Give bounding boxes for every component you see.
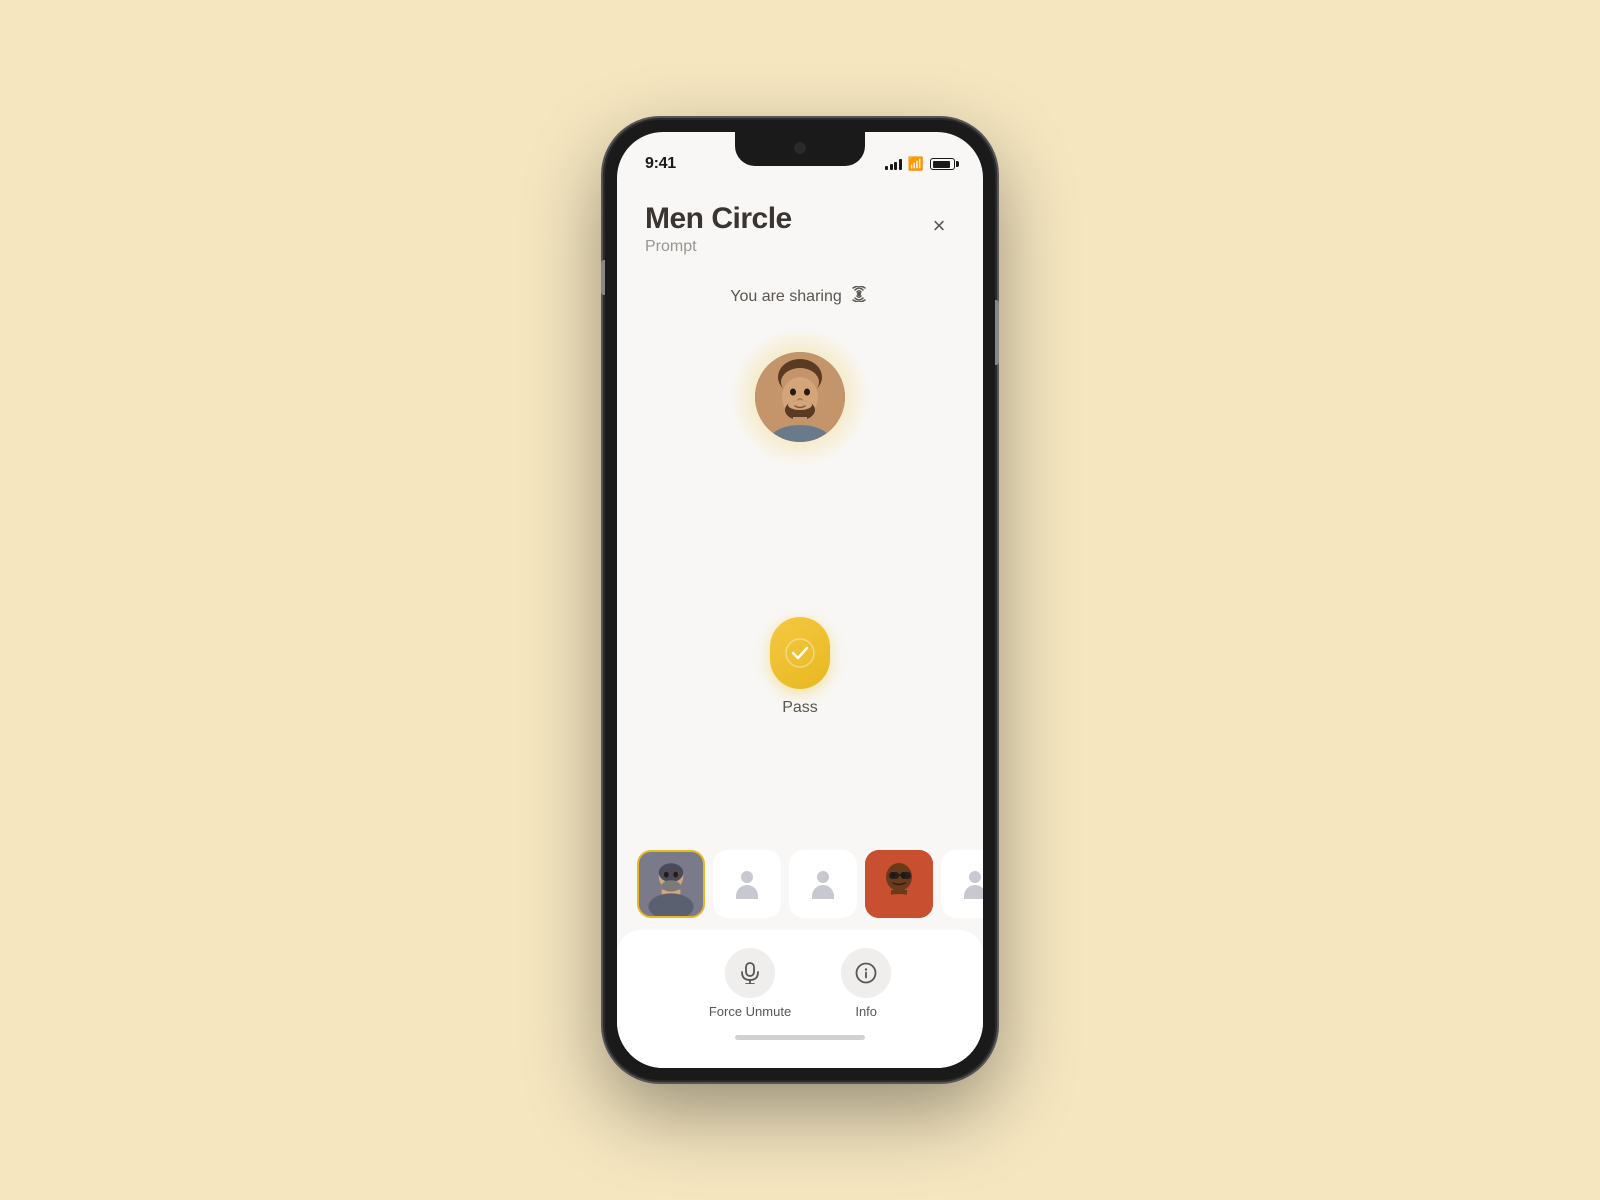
info-action[interactable]: Info	[841, 948, 891, 1019]
participant-avatar-1	[639, 850, 703, 918]
sharing-label: You are sharing	[730, 286, 870, 307]
wifi-icon: 📶	[908, 156, 924, 172]
phone-screen: 9:41 📶 Men Circle	[617, 132, 983, 1068]
info-icon-circle	[841, 948, 891, 998]
participant-card-5	[941, 850, 983, 918]
signal-bar-4	[899, 159, 902, 170]
user-avatar-container	[740, 337, 860, 457]
page-subtitle: Prompt	[645, 238, 792, 256]
pass-check-icon	[785, 638, 815, 668]
force-unmute-action[interactable]: Force Unmute	[709, 948, 791, 1019]
signal-bar-2	[890, 164, 893, 170]
participant-photo-1	[639, 852, 703, 916]
person-icon-5	[960, 869, 983, 899]
participant-ghost-5	[941, 850, 983, 918]
avatar-face-svg	[755, 352, 845, 442]
bottom-bar: Force Unmute Info	[617, 930, 983, 1068]
signal-bars-icon	[885, 158, 902, 170]
status-time: 9:41	[645, 155, 676, 173]
home-indicator	[735, 1035, 865, 1040]
status-bar: 9:41 📶	[617, 132, 983, 182]
participant-card-1[interactable]	[637, 850, 705, 918]
battery-icon	[930, 158, 955, 170]
user-avatar	[755, 352, 845, 442]
participant-ghost-3	[789, 850, 857, 918]
participant-card-3	[789, 850, 857, 918]
main-area: You are sharing	[617, 266, 983, 838]
person-icon-2	[732, 869, 762, 899]
participant-photo-2	[865, 850, 933, 918]
radio-icon	[848, 286, 870, 307]
pass-section: Pass	[770, 617, 830, 717]
participant-card-4[interactable]	[865, 850, 933, 918]
microphone-icon	[739, 962, 761, 984]
status-icons: 📶	[885, 156, 955, 172]
header: Men Circle Prompt ×	[617, 182, 983, 266]
battery-fill	[933, 161, 950, 168]
force-unmute-icon-circle	[725, 948, 775, 998]
screen-content: Men Circle Prompt × You are sharing	[617, 182, 983, 1068]
info-label: Info	[855, 1004, 877, 1019]
participants-row	[617, 838, 983, 930]
pass-label: Pass	[782, 699, 818, 717]
participant-card-2	[713, 850, 781, 918]
signal-bar-3	[894, 162, 897, 170]
participant-avatar-2	[865, 850, 933, 918]
bottom-actions: Force Unmute Info	[709, 948, 891, 1019]
participant-ghost-2	[713, 850, 781, 918]
page-title: Men Circle	[645, 202, 792, 236]
pass-button[interactable]	[770, 617, 830, 689]
info-icon	[855, 962, 877, 984]
sharing-text: You are sharing	[730, 288, 842, 306]
close-button[interactable]: ×	[923, 210, 955, 242]
phone-frame: 9:41 📶 Men Circle	[605, 120, 995, 1080]
camera-dot	[794, 142, 806, 154]
person-icon-3	[808, 869, 838, 899]
force-unmute-label: Force Unmute	[709, 1004, 791, 1019]
header-text: Men Circle Prompt	[645, 202, 792, 256]
close-icon: ×	[933, 215, 946, 237]
notch	[735, 132, 865, 166]
signal-bar-1	[885, 166, 888, 170]
